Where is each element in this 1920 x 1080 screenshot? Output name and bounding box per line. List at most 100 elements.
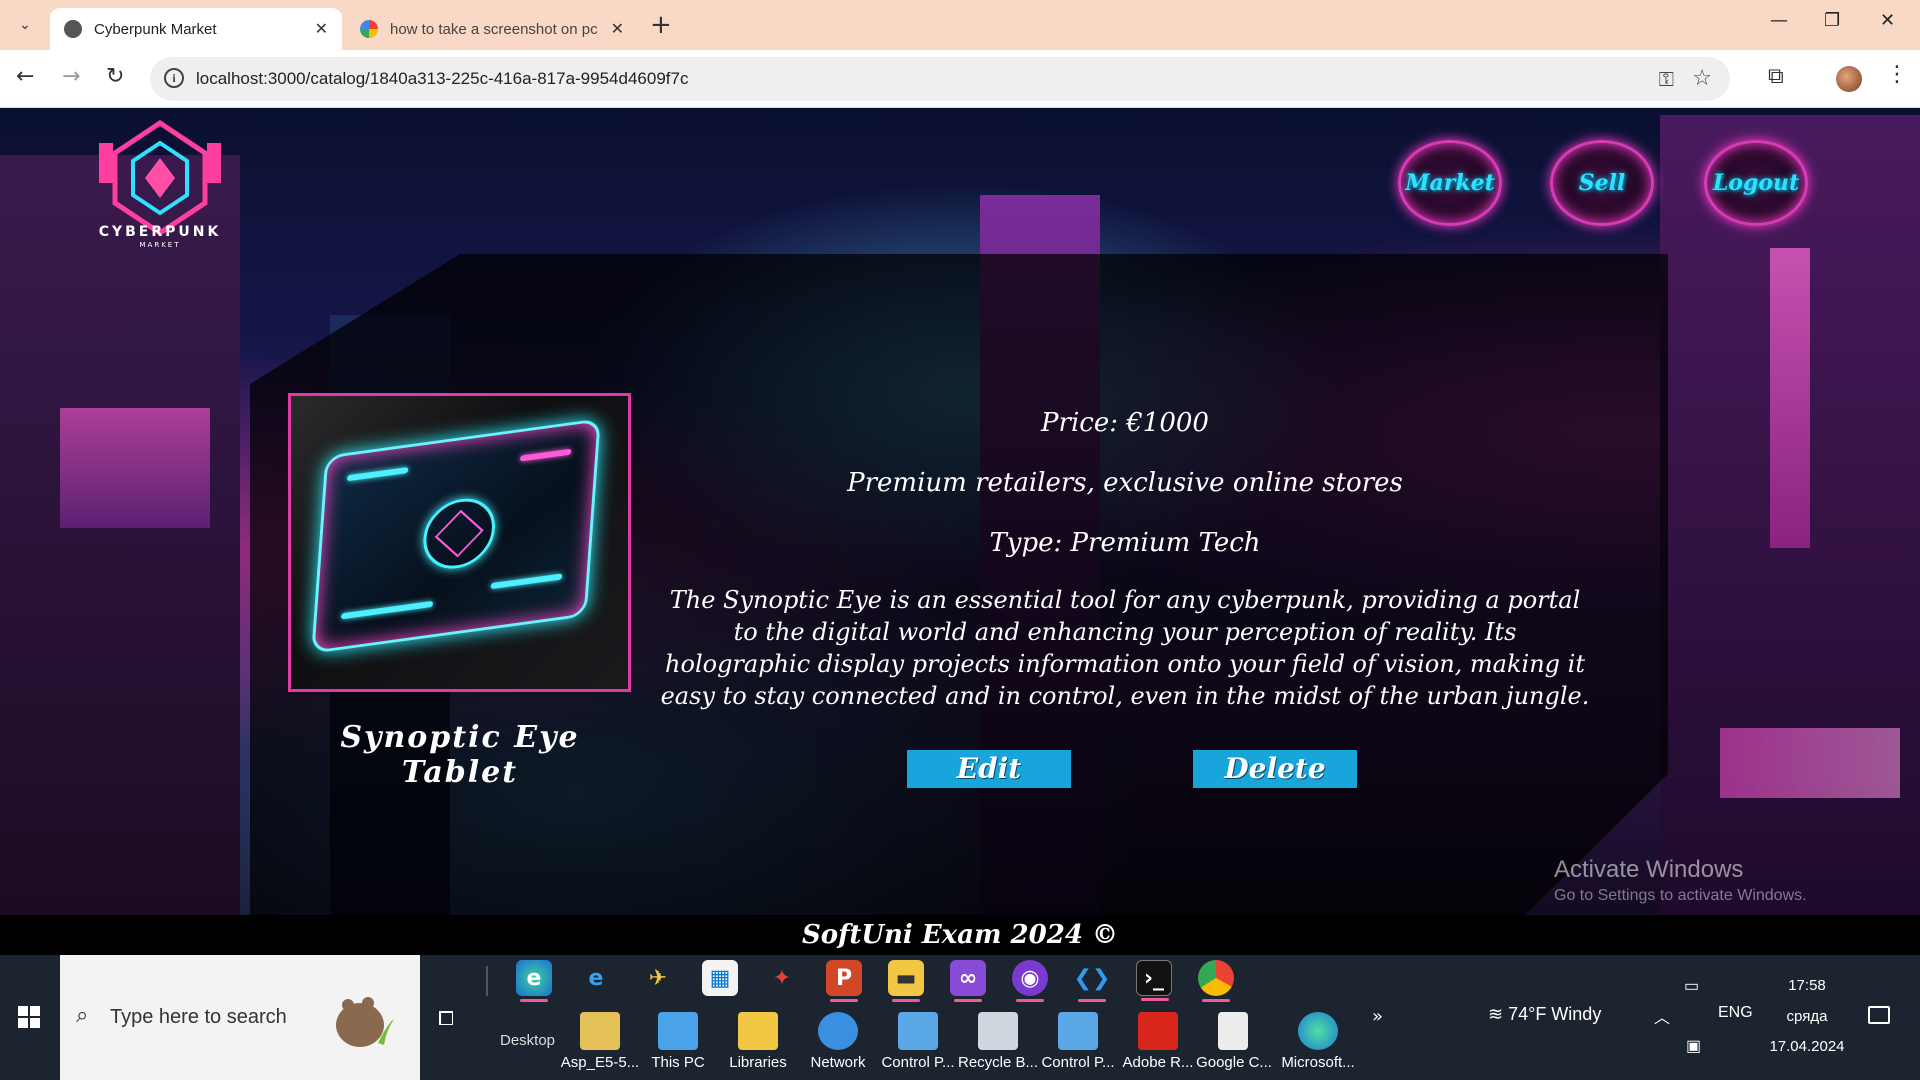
weather-wind-icon: ≋ (1488, 1004, 1509, 1024)
desktop-item-label[interactable]: Adobe R... (1116, 1054, 1200, 1071)
search-icon: ⌕ (76, 1003, 89, 1028)
language-indicator[interactable]: ENG (1718, 1004, 1753, 1022)
edge-icon[interactable] (1298, 1012, 1338, 1050)
restore-icon[interactable]: ❐ (1824, 10, 1840, 31)
hologram-bar (519, 448, 572, 462)
tablet-illustration (311, 418, 601, 654)
search-placeholder: Type here to search (110, 1006, 287, 1028)
terminal-icon[interactable]: ›_ (1136, 960, 1172, 1001)
bee-app-icon[interactable]: ✈ (640, 960, 676, 996)
file-icon[interactable] (1218, 1012, 1248, 1050)
reload-icon[interactable]: ↻ (106, 64, 124, 89)
clock-date[interactable]: 17.04.2024 (1762, 1038, 1852, 1055)
page-viewport: CYBERPUNK MARKET Market Sell Logout Syno… (0, 108, 1920, 915)
control-panel-icon[interactable] (898, 1012, 938, 1050)
hologram-bar (340, 600, 434, 620)
desktop-item-label[interactable]: Google C... (1192, 1054, 1276, 1071)
product-description: The Synoptic Eye is an essential tool fo… (660, 586, 1590, 710)
close-window-icon[interactable]: ✕ (1880, 10, 1895, 31)
logo-text: CYBERPUNK (98, 224, 222, 240)
windows-start-icon[interactable] (18, 1006, 40, 1028)
nav-market-label: Market (1405, 170, 1495, 196)
url-text[interactable]: localhost:3000/catalog/1840a313-225c-416… (196, 69, 688, 89)
address-bar[interactable]: i localhost:3000/catalog/1840a313-225c-4… (150, 57, 1730, 101)
taskbar-separator (486, 966, 488, 996)
tab-search-button[interactable]: ⌄ (10, 12, 40, 38)
this-pc-icon[interactable] (658, 1012, 698, 1050)
product-image (288, 393, 631, 692)
folder-user-icon[interactable] (580, 1012, 620, 1050)
back-icon[interactable]: ← (16, 64, 34, 89)
desktop-item-label[interactable]: Asp_E5-5... (558, 1054, 642, 1071)
show-hidden-icons-chevron[interactable]: ︿ (1654, 1004, 1670, 1028)
hologram-bar (490, 573, 563, 590)
battery-icon[interactable]: ▭ (1684, 976, 1699, 996)
desktop-item-label[interactable]: Recycle B... (956, 1054, 1040, 1071)
clock-day[interactable]: сряда (1762, 1008, 1852, 1025)
background-city (1720, 728, 1900, 798)
page-footer: SoftUni Exam 2024 © (0, 915, 1920, 955)
compass-app-icon[interactable]: ✦ (764, 960, 800, 996)
new-tab-button[interactable]: + (650, 10, 672, 40)
nav-sell-button[interactable]: Sell (1550, 140, 1654, 226)
edit-button[interactable]: Edit (907, 750, 1071, 788)
desktop-item-label[interactable]: Network (796, 1054, 880, 1071)
bookmark-star-icon[interactable]: ☆ (1692, 66, 1712, 91)
control-panel-icon[interactable] (1058, 1012, 1098, 1050)
background-city (1770, 248, 1810, 548)
background-city (60, 408, 210, 528)
visual-studio-icon[interactable]: ∞ (950, 960, 986, 1002)
file-explorer-icon[interactable]: ▬ (888, 960, 924, 1002)
tab-cyberpunk-market[interactable]: Cyberpunk Market ✕ (50, 8, 342, 50)
site-info-icon[interactable]: i (164, 68, 184, 88)
tab-title: Cyberpunk Market (94, 20, 217, 38)
logo-subtext: MARKET (139, 241, 181, 249)
weather-widget[interactable]: ≋ 74°F Windy (1488, 1004, 1601, 1025)
browser-tab-strip: ⌄ Cyberpunk Market ✕ how to take a scree… (0, 0, 1920, 50)
minimize-icon[interactable]: — (1770, 10, 1788, 31)
github-desktop-icon[interactable]: ◉ (1012, 960, 1048, 1002)
nav-logout-label: Logout (1712, 170, 1800, 196)
libraries-icon[interactable] (738, 1012, 778, 1050)
desktop-item-label[interactable]: Microsoft... (1276, 1054, 1360, 1071)
delete-button[interactable]: Delete (1193, 750, 1357, 788)
browser-menu-icon[interactable]: ⋮ (1886, 62, 1908, 87)
weather-text: 74°F Windy (1508, 1004, 1602, 1024)
nav-logout-button[interactable]: Logout (1704, 140, 1808, 226)
nav-sell-label: Sell (1578, 170, 1626, 196)
tab-screenshot-search[interactable]: how to take a screenshot on pc ✕ (346, 8, 638, 50)
microsoft-store-icon[interactable]: ▦ (702, 960, 738, 996)
taskbar-search-box[interactable]: ⌕ Type here to search (60, 955, 420, 1080)
chrome-icon[interactable] (1198, 960, 1234, 1002)
google-icon (360, 20, 378, 38)
forward-icon[interactable]: → (62, 64, 80, 89)
device-icon[interactable]: ▣ (1686, 1036, 1701, 1056)
edge-dev-icon[interactable]: e (516, 960, 552, 1002)
notifications-icon[interactable] (1868, 1006, 1890, 1024)
nav-market-button[interactable]: Market (1398, 140, 1502, 226)
extensions-icon[interactable]: ⧉ (1768, 64, 1784, 89)
task-view-icon[interactable]: ⧠ (438, 1006, 454, 1030)
adobe-reader-icon[interactable] (1138, 1012, 1178, 1050)
desktop-item-label[interactable]: This PC (636, 1054, 720, 1071)
background-city (0, 155, 240, 915)
powerpoint-icon[interactable]: P (826, 960, 862, 1002)
desktop-item-label[interactable]: Control P... (876, 1054, 960, 1071)
browser-toolbar: ← → ↻ i localhost:3000/catalog/1840a313-… (0, 50, 1920, 108)
search-highlight-bear-icon (336, 997, 394, 1047)
desktop-item-label[interactable]: Libraries (716, 1054, 800, 1071)
network-icon[interactable] (818, 1012, 858, 1050)
close-tab-icon[interactable]: ✕ (611, 19, 624, 39)
tab-title: how to take a screenshot on pc (390, 20, 598, 38)
password-key-icon[interactable]: ⚿ (1659, 67, 1674, 91)
more-toolbar-chevron-icon[interactable]: » (1372, 1006, 1383, 1027)
vscode-icon[interactable]: ❮❯ (1074, 960, 1110, 1002)
recycle-bin-icon[interactable] (978, 1012, 1018, 1050)
close-tab-icon[interactable]: ✕ (315, 19, 328, 39)
clock-time[interactable]: 17:58 (1762, 977, 1852, 994)
desktop-item-label[interactable]: Control P... (1036, 1054, 1120, 1071)
internet-explorer-icon[interactable]: e (578, 960, 614, 996)
hologram-bar (346, 466, 409, 482)
profile-avatar[interactable] (1836, 66, 1862, 92)
activate-windows-subtitle: Go to Settings to activate Windows. (1554, 887, 1807, 904)
